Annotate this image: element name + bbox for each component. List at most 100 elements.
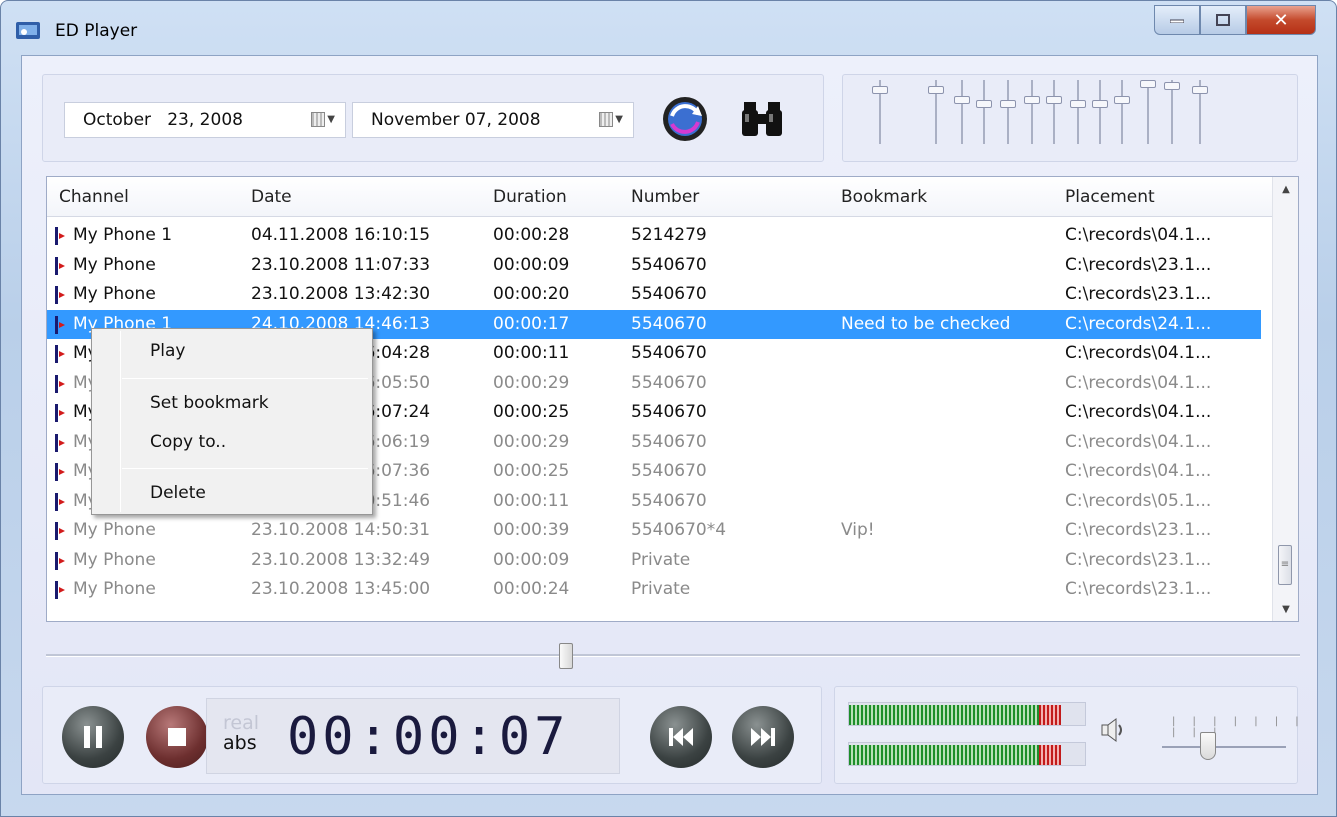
- refresh-icon[interactable]: [660, 94, 710, 144]
- equalizer-band-slider[interactable]: [1138, 80, 1158, 144]
- menu-item-set-bookmark[interactable]: Set bookmark: [150, 393, 269, 413]
- date-to-value: November 07, 2008: [371, 110, 541, 130]
- equalizer-knob[interactable]: [1140, 80, 1156, 88]
- time-digits: 00:00:07: [287, 707, 570, 767]
- close-button[interactable]: ✕: [1246, 5, 1316, 35]
- column-channel[interactable]: Channel: [59, 187, 129, 207]
- column-bookmark[interactable]: Bookmark: [841, 187, 927, 207]
- volume-track[interactable]: [1162, 746, 1286, 748]
- menu-item-play[interactable]: Play: [150, 341, 185, 361]
- volume-ticks: | | | | | | | | | |: [1172, 716, 1306, 738]
- menu-item-delete[interactable]: Delete: [150, 483, 206, 503]
- equalizer-band-slider[interactable]: [1044, 80, 1064, 144]
- scroll-down-icon[interactable]: ▼: [1273, 599, 1299, 619]
- abs-time-label[interactable]: abs: [223, 733, 259, 753]
- equalizer-knob[interactable]: [872, 86, 888, 94]
- channel-phone-icon: [55, 463, 65, 481]
- equalizer-knob[interactable]: [1000, 100, 1016, 108]
- channel-phone-icon: [55, 374, 65, 393]
- cell-date: 23.10.2008 13:45:00: [251, 579, 431, 599]
- cell-duration: 00:00:28: [493, 225, 570, 245]
- calendar-dropdown-icon[interactable]: ▼: [599, 112, 623, 127]
- cell-placement: C:\records\04.1...: [1065, 372, 1212, 393]
- equalizer-knob[interactable]: [1114, 96, 1130, 104]
- maximize-icon: [1216, 14, 1230, 26]
- equalizer-band-slider[interactable]: [870, 80, 890, 144]
- table-row[interactable]: My Phone 23.10.2008 13:42:30 00:00:20 55406…: [47, 280, 1261, 309]
- equalizer-band-slider[interactable]: [952, 80, 972, 144]
- app-window: ED Player ✕ October 23, 2008 ▼ November …: [0, 0, 1337, 817]
- table-row[interactable]: My Phone 23.10.2008 14:50:31 00:00:39 55406…: [47, 516, 1261, 545]
- scroll-up-icon[interactable]: ▲: [1273, 179, 1299, 199]
- equalizer-band-slider[interactable]: [974, 80, 994, 144]
- date-to-picker[interactable]: November 07, 2008 ▼: [352, 102, 634, 138]
- table-row[interactable]: My Phone 23.10.2008 11:07:33 00:00:09 55406…: [47, 251, 1261, 280]
- equalizer-band-slider[interactable]: [1112, 80, 1132, 144]
- equalizer-band-slider[interactable]: [1190, 80, 1210, 144]
- equalizer-band-slider[interactable]: [926, 80, 946, 144]
- equalizer-band-slider[interactable]: [1090, 80, 1110, 144]
- date-from-picker[interactable]: October 23, 2008 ▼: [64, 102, 346, 138]
- seek-track[interactable]: [46, 654, 1300, 657]
- column-date[interactable]: Date: [251, 187, 292, 207]
- menu-item-copy-to[interactable]: Copy to..: [150, 432, 226, 452]
- volume-thumb[interactable]: [1200, 732, 1216, 760]
- scrollbar-thumb[interactable]: ≡: [1278, 545, 1292, 585]
- cell-date: 23.10.2008 13:42:30: [251, 284, 431, 304]
- column-duration[interactable]: Duration: [493, 187, 567, 207]
- equalizer-knob[interactable]: [1164, 82, 1180, 90]
- equalizer-band-slider[interactable]: [998, 80, 1018, 144]
- equalizer-knob[interactable]: [928, 86, 944, 94]
- cell-duration: 00:00:09: [493, 549, 570, 570]
- equalizer-knob[interactable]: [1024, 96, 1040, 104]
- window-title: ED Player: [55, 21, 138, 41]
- skip-back-icon: [669, 728, 693, 746]
- cell-placement: C:\records\04.1...: [1065, 461, 1212, 481]
- minimize-icon: [1170, 19, 1184, 23]
- level-meter-right: [848, 742, 1086, 766]
- cell-channel: My Phone: [73, 579, 156, 599]
- cell-number: 5540670: [631, 372, 707, 393]
- cell-duration: 00:00:39: [493, 520, 570, 540]
- real-time-label[interactable]: real: [223, 713, 259, 733]
- cell-number: 5540670*4: [631, 520, 727, 540]
- stop-button[interactable]: [146, 706, 208, 768]
- cell-duration: 00:00:24: [493, 579, 570, 599]
- speaker-icon[interactable]: [1100, 716, 1128, 744]
- equalizer-knob[interactable]: [1092, 100, 1108, 108]
- pause-button[interactable]: [62, 706, 124, 768]
- level-meter-fill: [849, 745, 1039, 765]
- cell-date: 23.10.2008 11:07:33: [251, 254, 431, 275]
- column-number[interactable]: Number: [631, 187, 699, 207]
- equalizer-band-slider[interactable]: [1162, 80, 1182, 144]
- binoculars-icon[interactable]: [740, 96, 784, 140]
- channel-phone-icon: [55, 581, 65, 599]
- cell-number: Private: [631, 549, 691, 570]
- equalizer-knob[interactable]: [1046, 96, 1062, 104]
- equalizer-band-slider[interactable]: [1068, 80, 1088, 144]
- equalizer-knob[interactable]: [954, 96, 970, 104]
- table-row[interactable]: My Phone 1 04.11.2008 16:10:15 00:00:28 521…: [47, 221, 1261, 250]
- minimize-button[interactable]: [1154, 5, 1200, 35]
- column-placement[interactable]: Placement: [1065, 187, 1155, 207]
- seek-thumb[interactable]: [559, 643, 573, 669]
- next-button[interactable]: [732, 706, 794, 768]
- equalizer-knob[interactable]: [1192, 86, 1208, 94]
- equalizer-knob[interactable]: [1070, 100, 1086, 108]
- table-scrollbar[interactable]: ▲ ≡ ▼: [1272, 177, 1298, 621]
- table-row[interactable]: My Phone 23.10.2008 13:32:49 00:00:09 Priva…: [47, 546, 1261, 575]
- equalizer-knob[interactable]: [976, 100, 992, 108]
- table-row[interactable]: My Phone 23.10.2008 13:45:00 00:00:24 Priva…: [47, 575, 1261, 604]
- cell-placement: C:\records\04.1...: [1065, 343, 1212, 363]
- maximize-button[interactable]: [1200, 5, 1246, 35]
- cell-duration: 00:00:11: [493, 343, 570, 363]
- level-meter-left: [848, 702, 1086, 726]
- cell-duration: 00:00:17: [493, 313, 570, 334]
- title-bar[interactable]: ED Player ✕: [1, 1, 1336, 53]
- cell-date: 23.10.2008 13:32:49: [251, 549, 431, 570]
- close-icon: ✕: [1273, 9, 1289, 31]
- previous-button[interactable]: [650, 706, 712, 768]
- calendar-dropdown-icon[interactable]: ▼: [311, 112, 335, 127]
- equalizer-band-slider[interactable]: [1022, 80, 1042, 144]
- context-menu: Play Set bookmark Copy to.. Delete: [91, 328, 373, 515]
